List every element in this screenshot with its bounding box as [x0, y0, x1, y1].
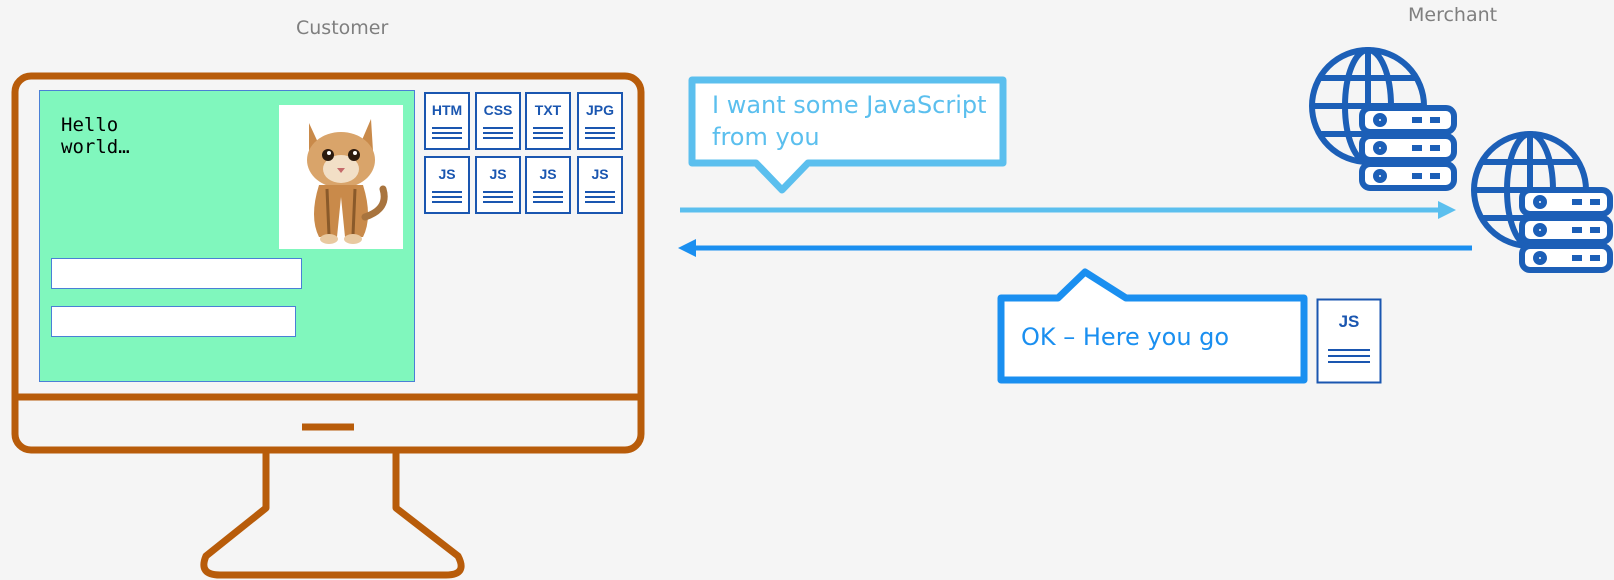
file-type-label: JS — [591, 166, 609, 182]
file-icon: JPG — [577, 92, 623, 150]
kitten-image — [279, 105, 403, 249]
form-input-2[interactable] — [51, 306, 296, 337]
file-icon: HTM — [424, 92, 470, 150]
file-type-label: CSS — [483, 102, 513, 118]
file-type-label: HTM — [431, 102, 463, 118]
file-icon: JS — [525, 156, 571, 214]
js-file-icon: JS — [1316, 298, 1382, 384]
file-type-label: TXT — [534, 102, 562, 118]
file-type-label: JS — [539, 166, 557, 182]
request-text: I want some JavaScript from you — [712, 91, 987, 151]
form-input-1[interactable] — [51, 258, 302, 289]
file-icon: TXT — [525, 92, 571, 150]
file-icon: JS — [424, 156, 470, 214]
file-type-label: JPG — [585, 102, 614, 118]
file-icon: JS — [577, 156, 623, 214]
file-type-label: JS — [438, 166, 456, 182]
file-type-label: JS — [489, 166, 507, 182]
file-icon: JS — [475, 156, 521, 214]
response-text: OK – Here you go — [1021, 323, 1230, 351]
js-file-label: JS — [1338, 312, 1360, 331]
file-icon: CSS — [475, 92, 521, 150]
hello-world-text: Hello world… — [61, 114, 130, 158]
